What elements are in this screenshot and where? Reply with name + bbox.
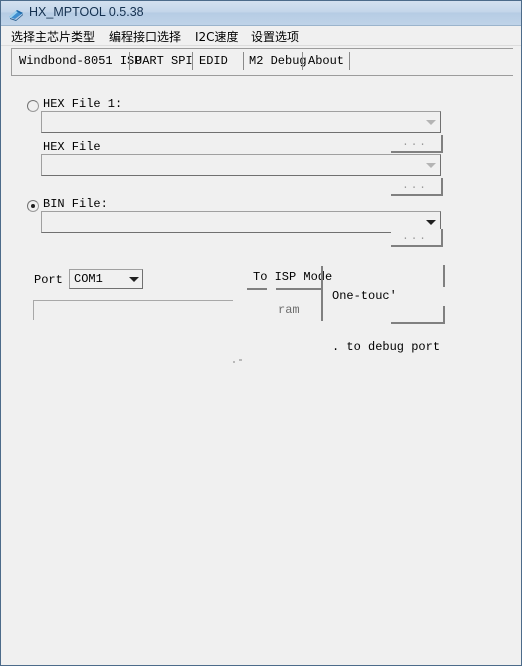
tab-uart-spi[interactable]: UART SPI [135, 54, 193, 68]
tab-separator [129, 52, 130, 70]
log-box-top-edge [33, 300, 233, 301]
one-touch-button-label[interactable]: One-touc' [332, 289, 397, 303]
tab-edid[interactable]: EDID [199, 54, 228, 68]
radio-hex-file-1[interactable] [27, 100, 39, 112]
log-box-left-edge [33, 300, 34, 320]
to-isp-mode-button-edge [247, 288, 267, 290]
tab-m2-debug[interactable]: M2 Debug [249, 54, 307, 68]
chevron-down-icon[interactable] [125, 271, 141, 287]
one-touch-button-bottom-edge [391, 322, 445, 324]
window-title: HX_MPTOOL 0.5.38 [29, 5, 144, 19]
combo-bin-file[interactable] [41, 211, 441, 233]
menu-item-interface[interactable]: 编程接口选择 [109, 28, 181, 45]
menu-item-chip-type[interactable]: 选择主芯片类型 [11, 28, 95, 45]
browse-hex-file-2-label: ... [402, 180, 428, 192]
radio-bin-file[interactable] [27, 200, 39, 212]
title-bar[interactable]: HX_MPTOOL 0.5.38 [1, 1, 521, 26]
menu-item-i2c-speed[interactable]: I2C速度 [195, 28, 239, 45]
tab-strip-top-border [11, 48, 513, 49]
combo-hex-file-2[interactable] [41, 154, 441, 176]
label-port: Port [34, 273, 63, 287]
tab-windbond-8051-isp[interactable]: Windbond-8051 ISP [19, 54, 141, 68]
menu-item-settings[interactable]: 设置选项 [251, 28, 299, 45]
paint-artifact [233, 361, 235, 363]
tab-about[interactable]: About [308, 54, 344, 68]
combo-port-value: COM1 [74, 272, 103, 286]
browse-hex-file-2-button[interactable]: ... [391, 178, 443, 196]
app-icon [8, 6, 24, 22]
application-window: HX_MPTOOL 0.5.38 选择主芯片类型 编程接口选择 I2C速度 设置… [0, 0, 522, 666]
chevron-down-icon[interactable] [422, 113, 439, 131]
browse-hex-file-1-button[interactable]: ... [391, 135, 443, 153]
tab-strip: Windbond-8051 ISP UART SPI EDID M2 Debug… [11, 50, 511, 74]
menu-bar: 选择主芯片类型 编程接口选择 I2C速度 设置选项 [1, 26, 521, 46]
label-bin-file: BIN File: [43, 197, 108, 211]
program-button-right-edge [321, 266, 323, 321]
program-button-label[interactable]: ram [278, 303, 300, 317]
tab-separator [302, 52, 303, 70]
browse-bin-file-button[interactable]: ... [391, 229, 443, 247]
label-hex-file-1: HEX File 1: [43, 97, 123, 111]
chevron-down-icon[interactable] [422, 156, 439, 174]
tab-strip-bottom-border [11, 75, 513, 76]
browse-hex-file-1-label: ... [402, 137, 428, 149]
label-hex-file-2: HEX File [43, 140, 101, 154]
to-isp-mode-button-edge [276, 288, 322, 290]
paint-artifact [239, 359, 242, 361]
browse-bin-file-label: ... [402, 231, 428, 243]
one-touch-button-right-edge [443, 265, 445, 287]
tab-separator [192, 52, 193, 70]
combo-port[interactable]: COM1 [69, 269, 143, 289]
debug-port-note: . to debug port [332, 340, 441, 354]
tab-separator [243, 52, 244, 70]
combo-hex-file-1[interactable] [41, 111, 441, 133]
tab-separator [349, 52, 350, 70]
